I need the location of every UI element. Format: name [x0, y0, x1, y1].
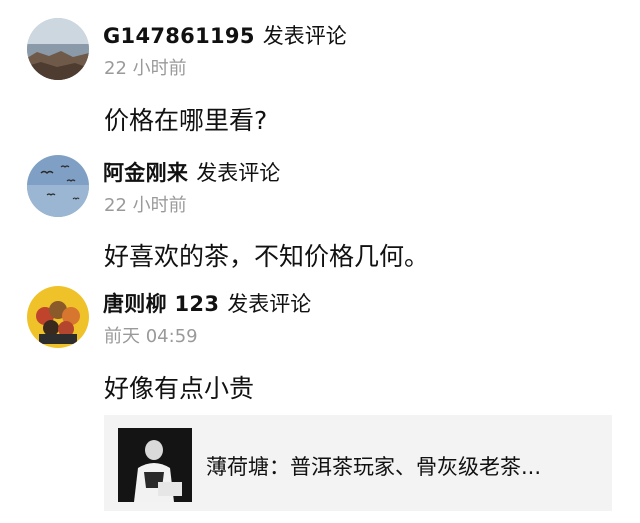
cartoon-group-avatar-icon	[27, 286, 89, 348]
shared-article-card[interactable]: 薄荷塘：普洱茶玩家、骨灰级老茶...	[104, 415, 612, 511]
person-portrait-thumbnail-icon	[118, 428, 192, 502]
shared-article-thumbnail	[118, 428, 192, 502]
shared-article-title: 薄荷塘：普洱茶玩家、骨灰级老茶...	[206, 455, 542, 479]
username[interactable]: 唐则柳 123	[103, 292, 219, 316]
comment-header: 唐则柳 123 发表评论	[103, 288, 311, 318]
comment-item: 唐则柳 123 发表评论 前天 04:59 好像有点小贵 薄荷塘：普洱茶玩家、骨灰…	[0, 0, 640, 523]
comment-text: 好像有点小贵	[104, 374, 255, 403]
comment-action: 发表评论	[227, 292, 312, 316]
avatar[interactable]	[27, 286, 89, 348]
comment-time: 前天 04:59	[104, 326, 198, 347]
